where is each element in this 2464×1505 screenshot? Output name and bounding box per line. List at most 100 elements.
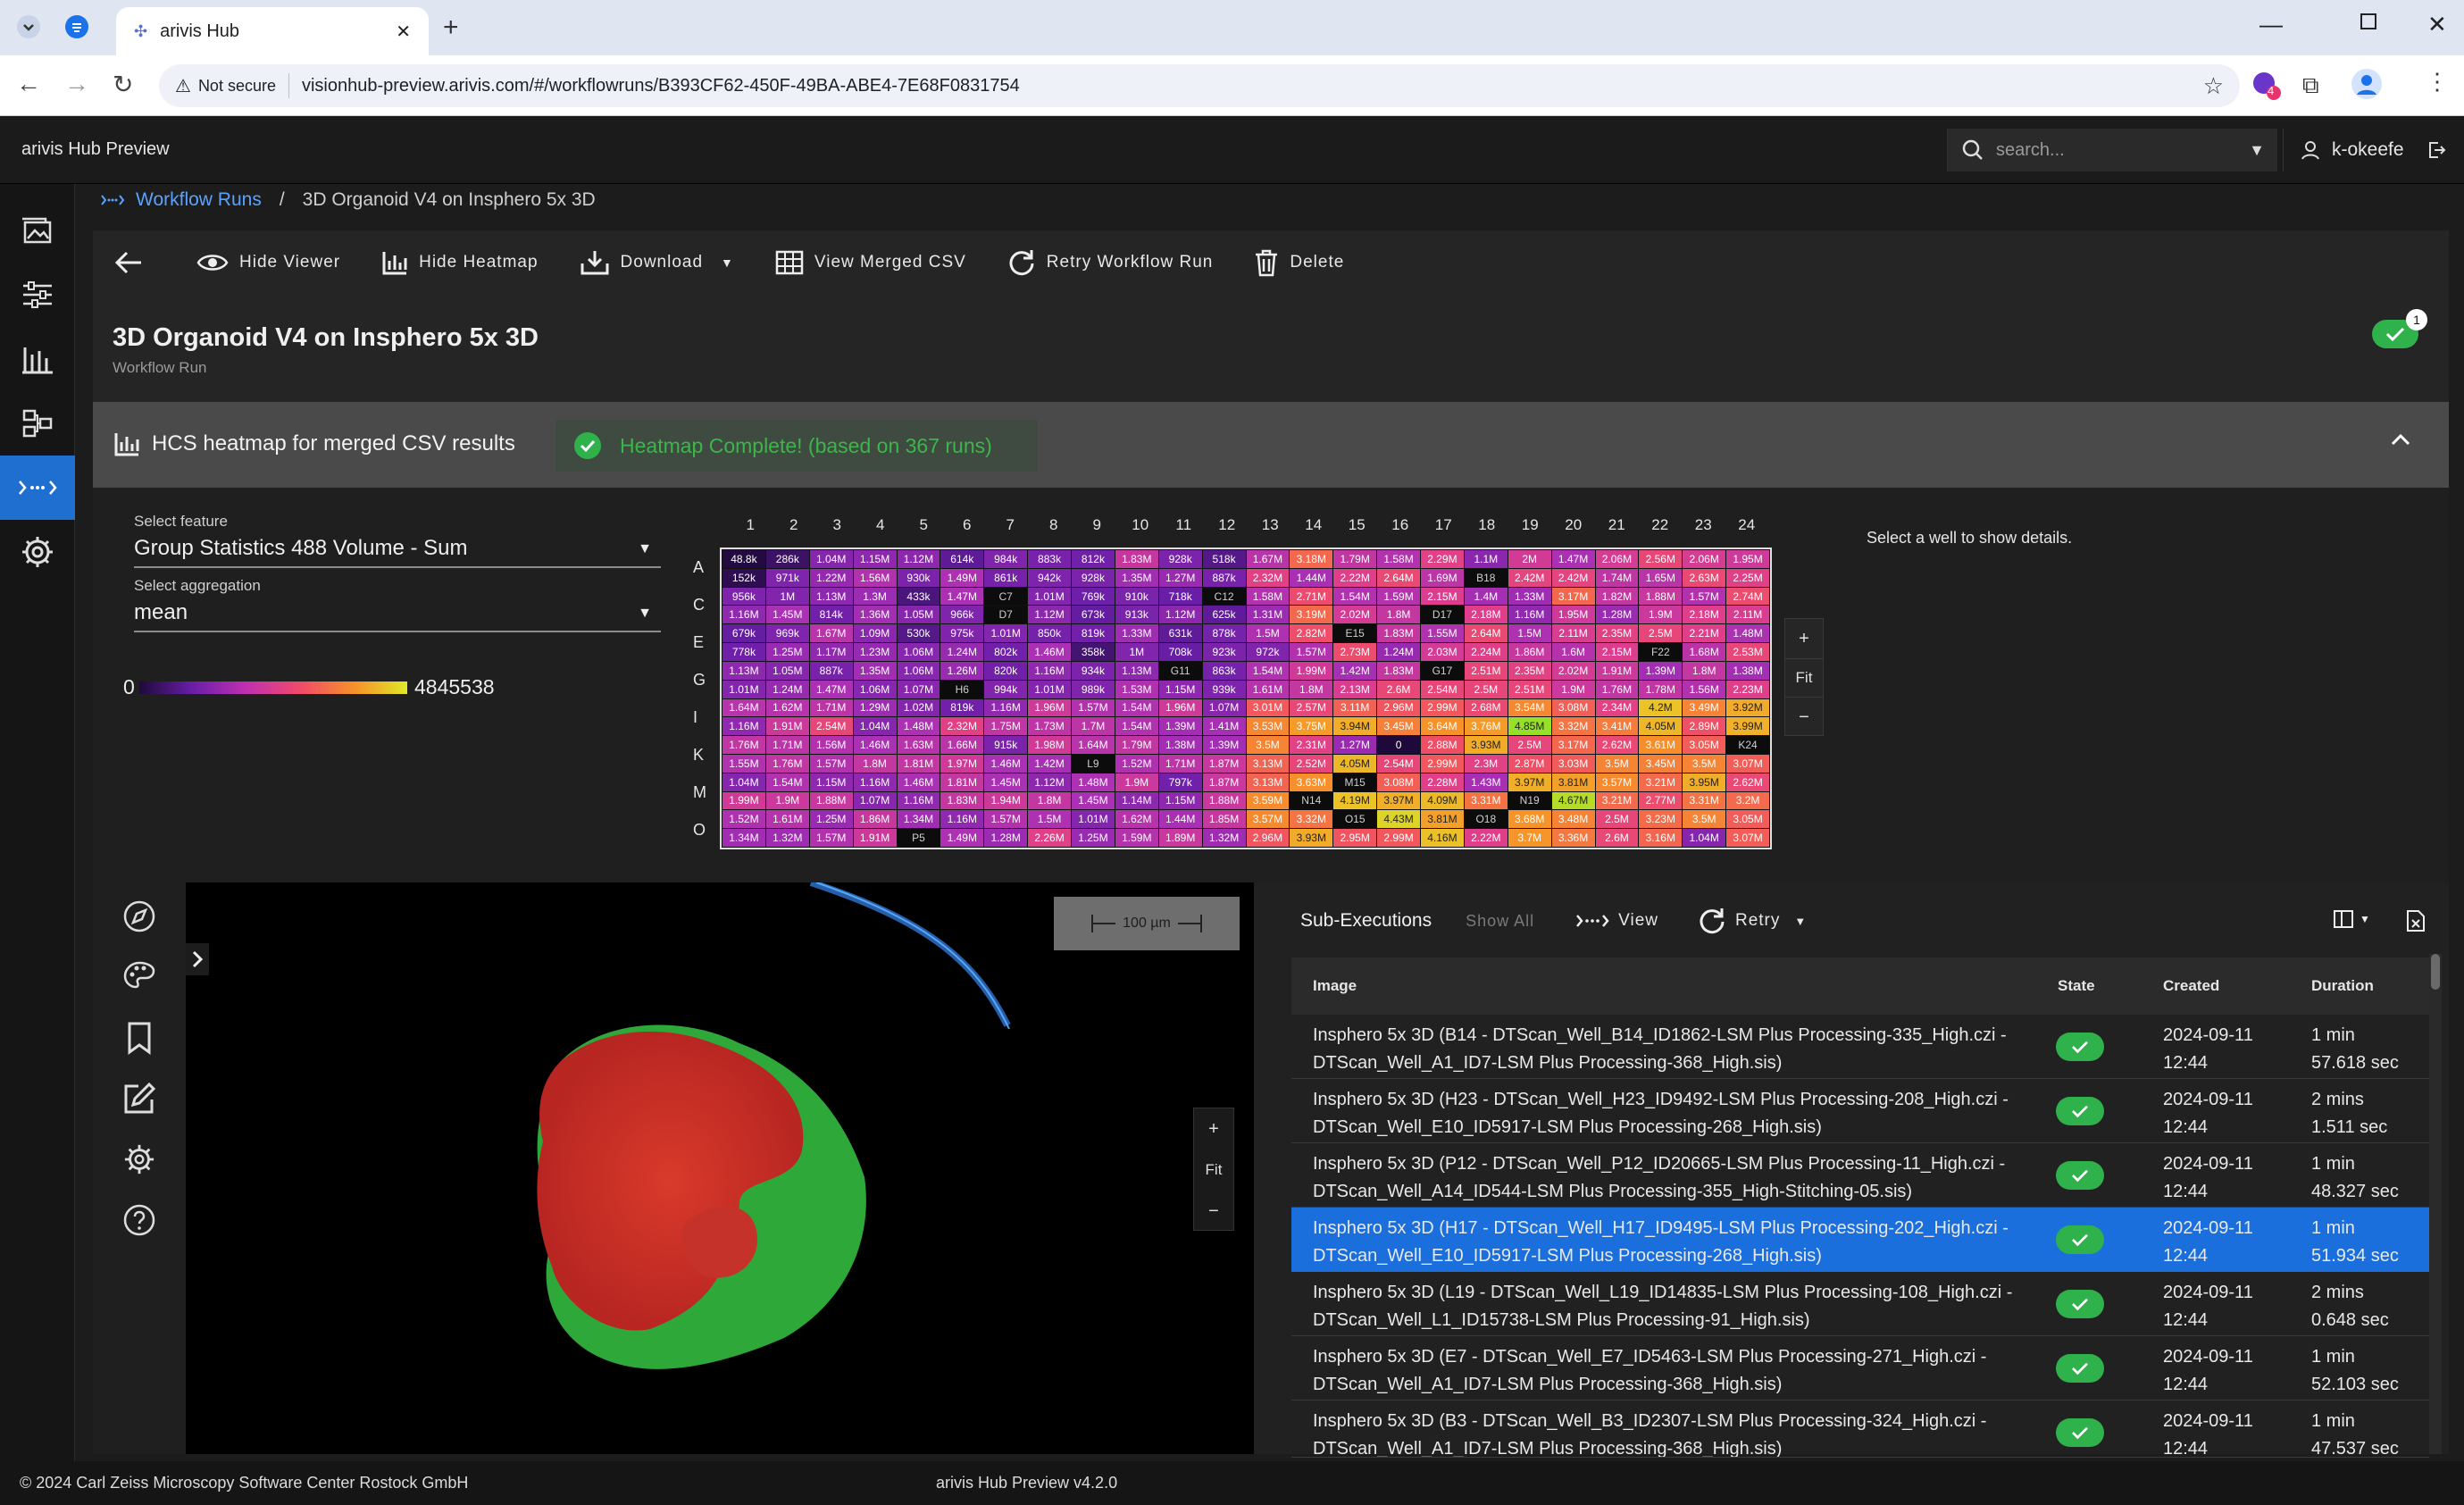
plate-well[interactable]: D17 (1421, 606, 1464, 624)
plate-well[interactable]: 1.83M (940, 791, 984, 810)
plate-well[interactable]: 1.67M (809, 624, 853, 643)
plate-well[interactable]: 984k (984, 550, 1028, 568)
plate-well[interactable]: 1.54M (1115, 717, 1158, 736)
plate-well[interactable]: 3.61M (1639, 736, 1683, 754)
plate-well[interactable]: 1.79M (1115, 736, 1158, 754)
plate-well[interactable]: 1.99M (1290, 661, 1333, 680)
plate-well[interactable]: 1.47M (1551, 550, 1595, 568)
plate-well[interactable]: 1.52M (1115, 754, 1158, 773)
window-close-icon[interactable]: ✕ (2427, 11, 2447, 38)
collapse-chevron-icon[interactable] (2390, 431, 2411, 447)
plate-well[interactable]: 3.36M (1551, 829, 1595, 847)
plate-well[interactable]: 3.13M (1246, 754, 1290, 773)
plate-well[interactable]: N19 (1508, 791, 1551, 810)
plate-well[interactable]: 4.05M (1333, 754, 1377, 773)
plate-well[interactable]: 3.19M (1290, 606, 1333, 624)
feature-select[interactable]: Group Statistics 488 Volume - Sum ▼ (134, 536, 661, 568)
plate-well[interactable]: 3.01M (1246, 698, 1290, 717)
bookmark-star-icon[interactable]: ☆ (2203, 72, 2224, 100)
plate-well[interactable]: 2.15M (1421, 587, 1464, 606)
plate-well[interactable]: 1.15M (809, 773, 853, 791)
plate-well[interactable]: 1.16M (1028, 661, 1071, 680)
plate-well[interactable]: 1.46M (1028, 643, 1071, 661)
plate-well[interactable]: 1.95M (1726, 550, 1769, 568)
plate-well[interactable]: 1.61M (1246, 680, 1290, 698)
plate-well[interactable]: 1.23M (853, 643, 897, 661)
plate-well[interactable]: 1.47M (809, 680, 853, 698)
plate-well[interactable]: 1.54M (1333, 587, 1377, 606)
table-row[interactable]: Insphero 5x 3D (H17 - DTScan_Well_H17_ID… (1291, 1208, 2429, 1272)
plate-well[interactable]: 2.02M (1333, 606, 1377, 624)
plate-well[interactable]: 769k (1072, 587, 1115, 606)
plate-well[interactable]: 2.15M (1595, 643, 1639, 661)
plate-well[interactable]: 2.34M (1595, 698, 1639, 717)
plate-well[interactable]: 975k (940, 624, 984, 643)
plate-well[interactable]: 3.03M (1551, 754, 1595, 773)
plate-well[interactable]: 2.3M (1464, 754, 1508, 773)
bookmark-icon[interactable] (120, 1018, 159, 1058)
plate-well[interactable]: 1.24M (765, 680, 809, 698)
plate-well[interactable]: 3.95M (1683, 773, 1726, 791)
plate-well[interactable]: 2.32M (1246, 568, 1290, 587)
plate-well[interactable]: 3.7M (1508, 829, 1551, 847)
plate-well[interactable]: 1.48M (1072, 773, 1115, 791)
plate-well[interactable]: 883k (1028, 550, 1071, 568)
plate-well[interactable]: 3.31M (1464, 791, 1508, 810)
plate-well[interactable]: 1.87M (1202, 773, 1246, 791)
plate-well[interactable]: 1.76M (765, 754, 809, 773)
plate-well[interactable]: 1.95M (1551, 606, 1595, 624)
plate-well[interactable]: 3.32M (1290, 810, 1333, 829)
plate-well[interactable]: 2.21M (1683, 624, 1726, 643)
plate-well[interactable]: 3.48M (1551, 810, 1595, 829)
plate-well[interactable]: 1.24M (940, 643, 984, 661)
plate-well[interactable]: K24 (1726, 736, 1769, 754)
plate-well[interactable]: 1.06M (853, 680, 897, 698)
plate-well[interactable]: 1.61M (765, 810, 809, 829)
plate-well[interactable]: 930k (897, 568, 940, 587)
plate-well[interactable]: 1.57M (809, 829, 853, 847)
plate-well[interactable]: 1.02M (897, 698, 940, 717)
plate-well[interactable]: 1.16M (722, 606, 765, 624)
plate-well[interactable]: 1.44M (1290, 568, 1333, 587)
plate-well[interactable]: 1.15M (1158, 791, 1202, 810)
plate-well[interactable]: 2.63M (1683, 568, 1726, 587)
plate-well[interactable]: 1.71M (809, 698, 853, 717)
plate-well[interactable]: 3.49M (1683, 698, 1726, 717)
plate-well[interactable]: 2.77M (1639, 791, 1683, 810)
plate-well[interactable]: 1.9M (765, 791, 809, 810)
plate-well[interactable]: 2M (1508, 550, 1551, 568)
plate-well[interactable]: 1.62M (1115, 810, 1158, 829)
expand-panel-chevron-icon[interactable] (186, 943, 209, 975)
plate-well[interactable]: 1.16M (1508, 606, 1551, 624)
plate-well[interactable]: 2.88M (1421, 736, 1464, 754)
plate-well[interactable]: 1.47M (940, 587, 984, 606)
plate-well[interactable]: 1.16M (853, 773, 897, 791)
plate-well[interactable]: 3.57M (1595, 773, 1639, 791)
plate-well[interactable]: 1M (1115, 643, 1158, 661)
plate-well[interactable]: 2.28M (1421, 773, 1464, 791)
nav-settings-gear-icon[interactable] (0, 520, 75, 584)
plate-well[interactable]: 0 (1377, 736, 1420, 754)
plate-well[interactable]: 1.39M (1158, 717, 1202, 736)
plate-well[interactable]: 1.34M (897, 810, 940, 829)
plate-well[interactable]: 2.42M (1508, 568, 1551, 587)
plate-well[interactable]: 1.3M (853, 587, 897, 606)
plate-well[interactable]: 1.33M (1508, 587, 1551, 606)
plate-well[interactable]: 1.53M (1115, 680, 1158, 698)
table-row[interactable]: Insphero 5x 3D (B3 - DTScan_Well_B3_ID23… (1291, 1400, 2429, 1458)
plate-well[interactable]: 3.08M (1551, 698, 1595, 717)
plate-well[interactable]: 1.13M (809, 587, 853, 606)
plate-well[interactable]: 3.41M (1595, 717, 1639, 736)
hide-heatmap-button[interactable]: Hide Heatmap (381, 250, 538, 275)
plate-well[interactable]: 1.04M (722, 773, 765, 791)
plate-well[interactable]: E15 (1333, 624, 1377, 643)
plate-well[interactable]: G17 (1421, 661, 1464, 680)
nav-analytics-icon[interactable] (0, 327, 75, 391)
download-button[interactable]: Download ▼ (580, 249, 734, 276)
plate-well[interactable]: 3.92M (1726, 698, 1769, 717)
viewer-zoom-in-button[interactable]: + (1194, 1108, 1233, 1150)
plate-well[interactable]: B18 (1464, 568, 1508, 587)
plate-well[interactable]: 1.01M (722, 680, 765, 698)
plate-well[interactable]: 1.46M (897, 773, 940, 791)
plate-well[interactable]: 1.88M (809, 791, 853, 810)
